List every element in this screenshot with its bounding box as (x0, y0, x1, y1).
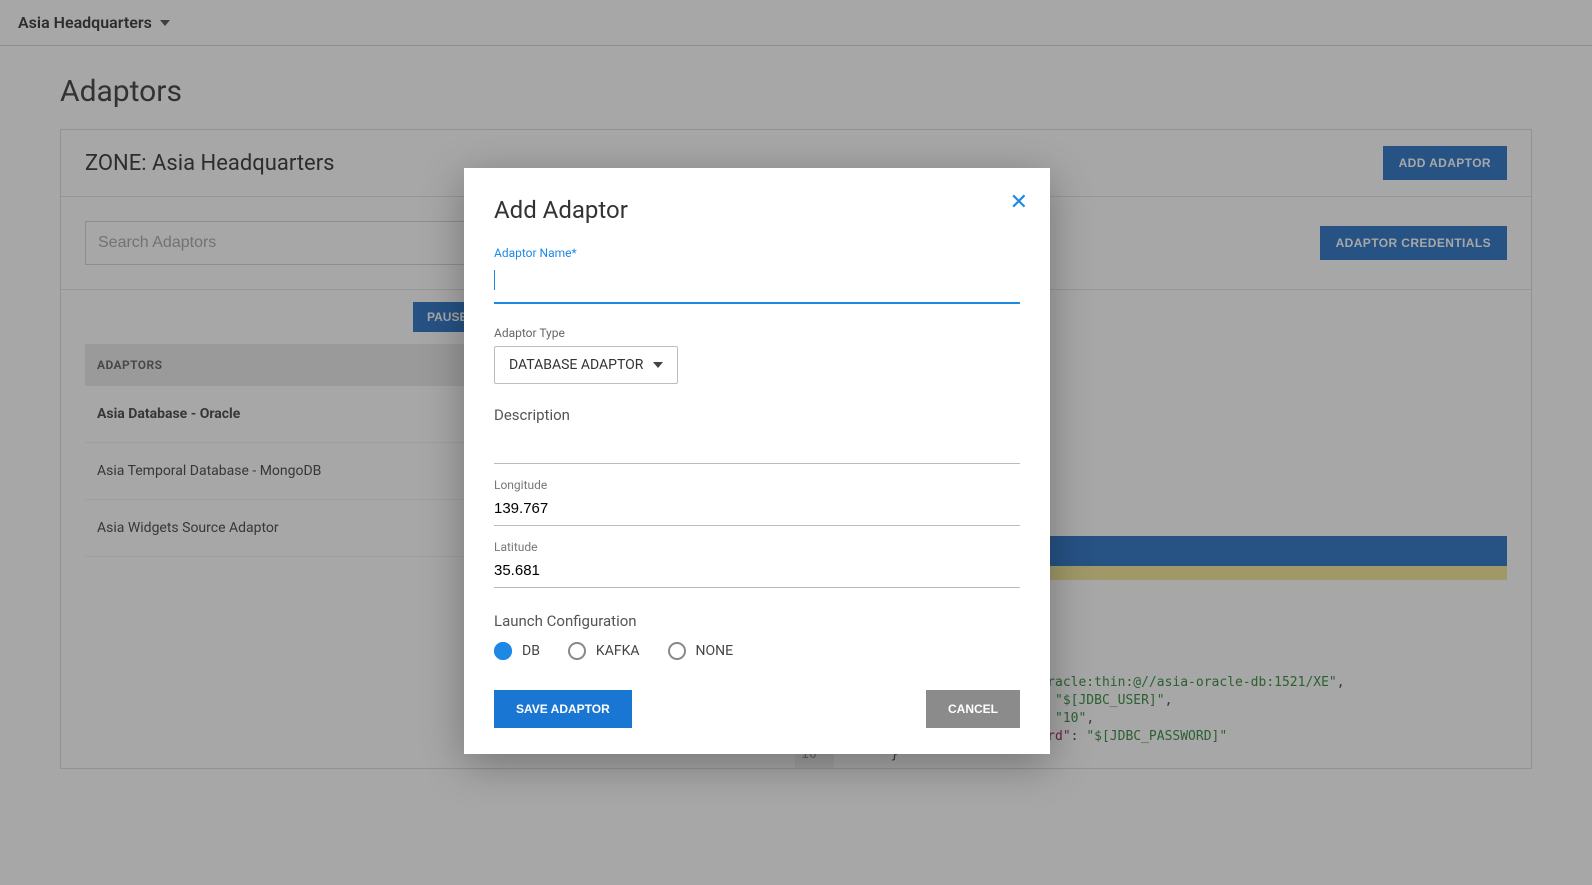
radio-icon (568, 642, 586, 660)
radio-icon (494, 642, 512, 660)
cancel-button[interactable]: CANCEL (926, 690, 1020, 728)
latitude-label: Latitude (494, 540, 1020, 554)
adaptor-type-label: Adaptor Type (494, 326, 1020, 340)
add-adaptor-modal: ✕ Add Adaptor Adaptor Name Adaptor Type … (464, 168, 1050, 754)
launch-config-label: Launch Configuration (494, 612, 1020, 630)
longitude-input[interactable] (494, 496, 1020, 526)
longitude-label: Longitude (494, 478, 1020, 492)
launch-radio-none[interactable]: NONE (668, 642, 734, 660)
launch-radio-db[interactable]: DB (494, 642, 540, 660)
adaptor-type-select[interactable]: DATABASE ADAPTOR (494, 346, 678, 384)
description-label: Description (494, 406, 1020, 424)
adaptor-name-label: Adaptor Name (494, 246, 1020, 260)
latitude-input[interactable] (494, 558, 1020, 588)
launch-radio-kafka[interactable]: KAFKA (568, 642, 640, 660)
adaptor-type-value: DATABASE ADAPTOR (509, 357, 643, 373)
chevron-down-icon (653, 362, 663, 368)
close-icon[interactable]: ✕ (1010, 190, 1028, 215)
modal-title: Add Adaptor (494, 196, 1020, 224)
description-input[interactable] (494, 434, 1020, 464)
radio-icon (668, 642, 686, 660)
radio-label: NONE (696, 643, 734, 659)
adaptor-name-input[interactable] (494, 266, 1020, 304)
radio-label: DB (522, 643, 540, 659)
radio-label: KAFKA (596, 643, 640, 659)
save-adaptor-button[interactable]: SAVE ADAPTOR (494, 690, 632, 728)
